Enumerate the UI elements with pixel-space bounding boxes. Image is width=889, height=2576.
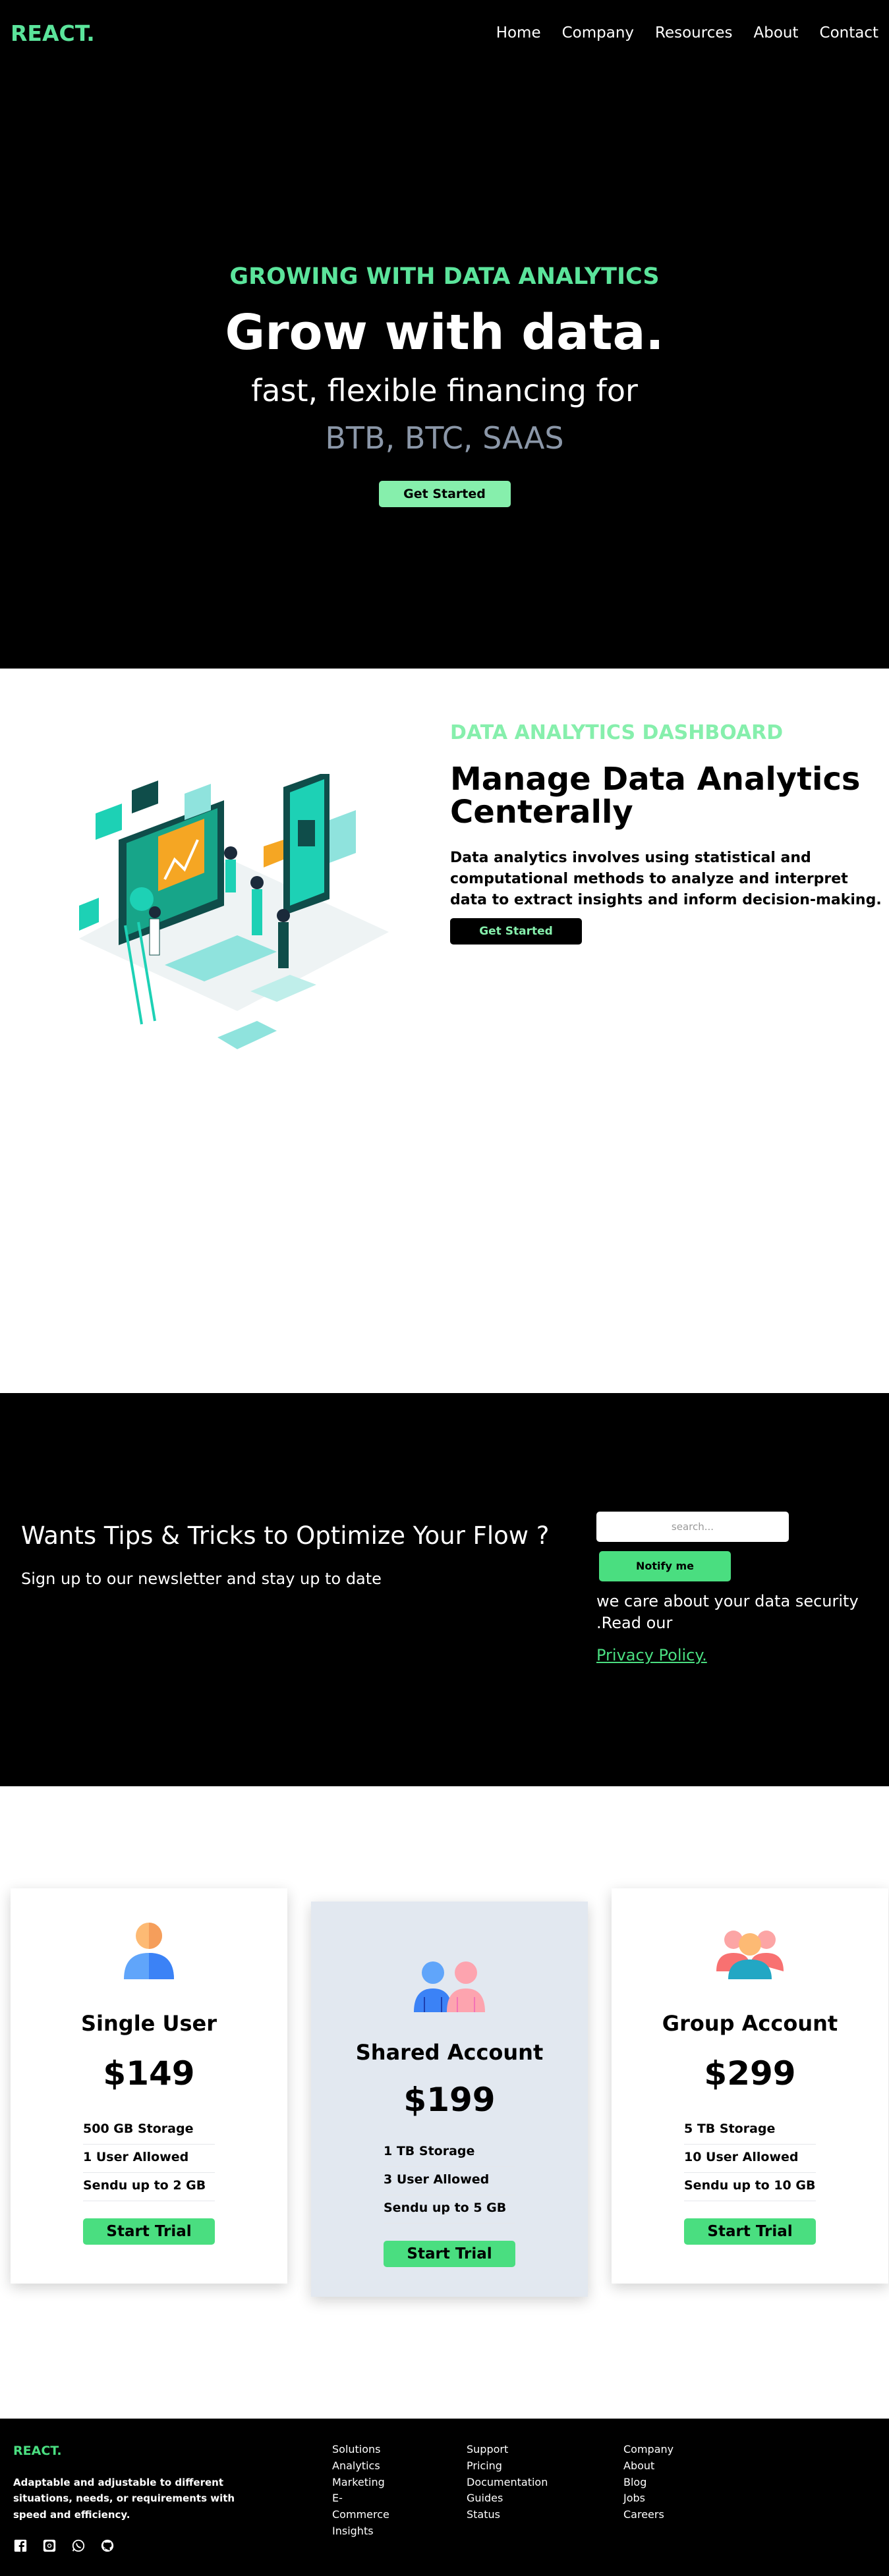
footer-link[interactable]: Status [467, 2507, 548, 2523]
feature-item: 1 TB Storage [384, 2139, 515, 2167]
hero-kicker: GROWING WITH DATA ANALYTICS [229, 263, 660, 290]
analytics-illustration [79, 774, 389, 1049]
footer-link[interactable]: Marketing [332, 2475, 389, 2491]
feature-list: 500 GB Storage 1 User Allowed Sendu up t… [83, 2116, 215, 2201]
footer-tagline: Adaptable and adjustable to different si… [13, 2477, 235, 2521]
instagram-icon[interactable] [42, 2538, 57, 2553]
hero-content: GROWING WITH DATA ANALYTICS Grow with da… [0, 263, 889, 507]
feature-item: 500 GB Storage [83, 2116, 215, 2145]
hero-section: REACT. Home Company Resources About Cont… [0, 0, 889, 669]
footer-link[interactable]: Blog [623, 2475, 674, 2491]
footer-logo[interactable]: REACT. [13, 2444, 62, 2458]
feature-item: Sendu up to 2 GB [83, 2173, 215, 2201]
nav-resources[interactable]: Resources [655, 24, 732, 41]
single-user-icon [124, 1923, 174, 1979]
hero-title: Grow with data. [225, 304, 664, 361]
hero-get-started-button[interactable]: Get Started [378, 481, 511, 507]
footer-link[interactable]: Jobs [623, 2490, 674, 2507]
plan-name: Single User [80, 2011, 217, 2036]
nav-company[interactable]: Company [562, 24, 634, 41]
plan-name: Shared Account [355, 2040, 544, 2065]
footer-col-solutions: Solutions Analytics Marketing E- Commerc… [332, 2442, 389, 2540]
whatsapp-icon[interactable] [71, 2538, 86, 2553]
analytics-get-started-button[interactable]: Get Started [450, 918, 582, 945]
plan-price: $149 [103, 2054, 195, 2093]
start-trial-button[interactable]: Start Trial [684, 2218, 816, 2245]
analytics-title: Manage Data Analytics Centerally [450, 761, 861, 831]
footer-link[interactable]: Company [623, 2442, 674, 2458]
newsletter-security-note: we care about your data security .Read o… [596, 1592, 859, 1633]
newsletter-section: Wants Tips & Tricks to Optimize Your Flo… [0, 1393, 889, 1786]
footer-link[interactable]: E- [332, 2490, 389, 2507]
newsletter-form: Notify me we care about your data securi… [596, 1512, 880, 1664]
hero-subtitle-highlight: BTB, BTC, SAAS [325, 420, 564, 456]
feature-item: 1 User Allowed [83, 2145, 215, 2173]
footer-link[interactable]: Insights [332, 2523, 389, 2540]
logo[interactable]: REACT. [11, 20, 95, 46]
newsletter-subtitle: Sign up to our newsletter and stay up to… [21, 1570, 382, 1588]
privacy-policy-link[interactable]: Privacy Policy. [596, 1646, 707, 1664]
pricing-card-shared: Shared Account $199 1 TB Storage 3 User … [311, 1902, 588, 2297]
pricing-card-single: Single User $149 500 GB Storage 1 User A… [11, 1888, 287, 2284]
feature-list: 1 TB Storage 3 User Allowed Sendu up to … [384, 2139, 515, 2224]
nav-about[interactable]: About [754, 24, 799, 41]
github-icon[interactable] [100, 2538, 115, 2553]
footer: REACT. Adaptable and adjustable to diffe… [0, 2419, 889, 2576]
plan-name: Group Account [662, 2011, 838, 2036]
feature-item: 10 User Allowed [684, 2145, 816, 2173]
footer-link[interactable]: Commerce [332, 2507, 389, 2523]
newsletter-email-input[interactable] [596, 1512, 789, 1542]
feature-item: 5 TB Storage [684, 2116, 816, 2145]
nav-links: Home Company Resources About Contact [496, 24, 878, 41]
newsletter-title: Wants Tips & Tricks to Optimize Your Flo… [21, 1521, 550, 1550]
footer-link[interactable]: Support [467, 2442, 548, 2458]
feature-list: 5 TB Storage 10 User Allowed Sendu up to… [684, 2116, 816, 2201]
analytics-kicker: DATA ANALYTICS DASHBOARD [450, 721, 784, 744]
footer-col-support: Support Pricing Documentation Guides Sta… [467, 2442, 548, 2523]
footer-link[interactable]: Solutions [332, 2442, 389, 2458]
footer-link[interactable]: Guides [467, 2490, 548, 2507]
social-links [13, 2538, 115, 2553]
shared-users-icon [414, 1961, 485, 2012]
plan-price: $299 [704, 2054, 796, 2093]
footer-link[interactable]: Analytics [332, 2458, 389, 2475]
footer-link[interactable]: Documentation [467, 2475, 548, 2491]
start-trial-button[interactable]: Start Trial [384, 2241, 515, 2267]
analytics-section: DATA ANALYTICS DASHBOARD Manage Data Ana… [0, 669, 889, 1393]
hero-subtitle: fast, flexible financing for [251, 373, 638, 408]
pricing-card-group: Group Account $299 5 TB Storage 10 User … [612, 1888, 888, 2284]
footer-link[interactable]: About [623, 2458, 674, 2475]
nav-home[interactable]: Home [496, 24, 541, 41]
facebook-icon[interactable] [13, 2538, 28, 2553]
analytics-text: DATA ANALYTICS DASHBOARD Manage Data Ana… [450, 721, 885, 945]
feature-item: Sendu up to 5 GB [384, 2195, 515, 2224]
analytics-body: Data analytics involves using statistica… [450, 849, 882, 908]
notify-me-button[interactable]: Notify me [599, 1551, 731, 1581]
plan-price: $199 [403, 2081, 496, 2119]
pricing-section: Single User $149 500 GB Storage 1 User A… [0, 1786, 889, 2419]
feature-item: 3 User Allowed [384, 2167, 515, 2195]
feature-item: Sendu up to 10 GB [684, 2173, 816, 2201]
top-nav: REACT. Home Company Resources About Cont… [0, 0, 889, 66]
start-trial-button[interactable]: Start Trial [83, 2218, 215, 2245]
footer-link[interactable]: Careers [623, 2507, 674, 2523]
nav-contact[interactable]: Contact [820, 24, 878, 41]
group-users-icon [716, 1931, 784, 1979]
footer-link[interactable]: Pricing [467, 2458, 548, 2475]
footer-col-company: Company About Blog Jobs Careers [623, 2442, 674, 2523]
